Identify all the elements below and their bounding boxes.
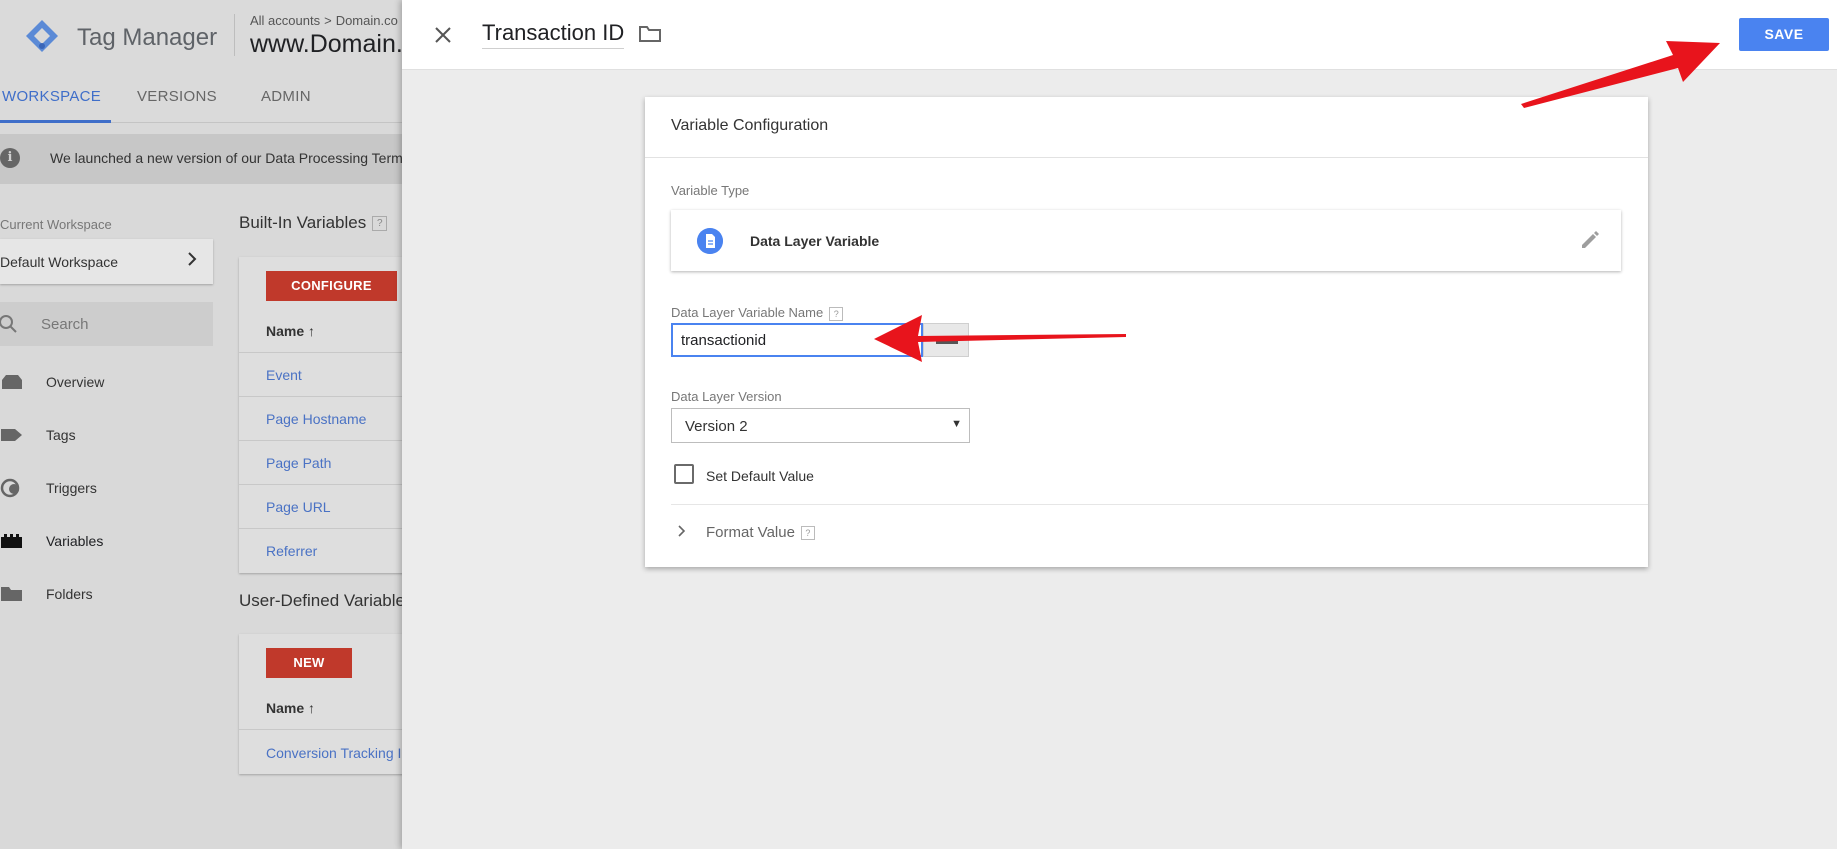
user-defined-variables-title: User-Defined Variables [239,591,404,610]
table-row[interactable]: Page URL [266,499,331,515]
variable-edit-panel: Transaction ID SAVE Variable Configurati… [402,0,1837,849]
dlv-name-label-text: Data Layer Variable Name [671,305,824,320]
name-column-header[interactable]: Name ↑ [266,700,315,716]
arrow-up-icon: ↑ [308,700,316,716]
name-column-label: Name [266,323,305,339]
configure-button[interactable]: CONFIGURE [266,271,397,301]
help-icon[interactable]: ? [800,526,815,541]
set-default-checkbox[interactable] [674,464,694,484]
folder-icon[interactable] [638,24,662,44]
tab-versions[interactable]: VERSIONS [137,88,217,105]
tab-workspace[interactable]: WORKSPACE [2,88,101,105]
current-workspace-label: Current Workspace [0,217,112,232]
format-value-toggle[interactable]: Format Value? [671,517,971,547]
main-tabs: WORKSPACE VERSIONS ADMIN [0,70,404,123]
breadcrumb[interactable]: All accounts > Domain.co [250,13,398,28]
table-row[interactable]: Page Hostname [266,411,366,427]
workspace-selector[interactable]: Default Workspace [0,239,213,284]
help-icon[interactable]: ? [829,306,844,321]
app-name: Tag Manager [77,24,218,51]
card-title: Variable Configuration [671,117,829,134]
table-row[interactable]: Event [266,367,302,383]
panel-header: Transaction ID SAVE [402,0,1837,70]
variable-configuration-card: Variable Configuration Variable Type Dat… [645,97,1648,567]
background-app: Tag Manager All accounts > Domain.co www.D… [0,0,404,849]
sidebar-item-label: Folders [46,586,93,602]
card-divider [645,157,1648,158]
tag-icon [1,429,22,441]
trigger-icon [0,478,20,498]
dlv-name-input[interactable] [671,323,923,357]
sidebar-item-variables[interactable]: Variables [0,526,213,556]
table-row[interactable]: Referrer [266,543,317,559]
new-variable-button[interactable]: NEW [266,648,352,678]
sidebar-item-overview[interactable]: Overview [0,367,213,397]
help-icon[interactable]: ? [372,216,388,232]
search-input[interactable]: Search [41,316,89,333]
sidebar-item-tags[interactable]: Tags [0,420,213,450]
set-default-label[interactable]: Set Default Value [706,468,814,484]
notice-text: We launched a new version of our Data Pr… [50,150,404,166]
breadcrumb-root[interactable]: All accounts [250,13,320,28]
variables-icon [1,534,22,548]
active-tab-indicator [0,120,111,123]
arrow-up-icon: ↑ [308,323,316,339]
variable-title-input[interactable]: Transaction ID [482,20,625,49]
search-icon [0,315,17,333]
sidebar-search[interactable]: Search [0,302,213,346]
row-divider [239,729,404,730]
builtin-variables-title: Built-In Variables? [239,213,388,233]
tab-admin[interactable]: ADMIN [261,88,311,105]
row-divider [239,484,404,485]
overview-icon [2,375,22,389]
sidebar-item-folders[interactable]: Folders [0,579,213,609]
builtin-variables-heading: Built-In Variables [239,213,367,232]
chevron-right-icon [188,252,197,266]
variable-type-selector[interactable]: Data Layer Variable [671,210,1621,271]
container-name[interactable]: www.Domain.com [250,30,404,59]
pencil-icon[interactable] [1579,229,1601,251]
variable-type-label: Variable Type [671,183,750,198]
user-defined-variables-card: NEW Name ↑ Conversion Tracking ID [239,634,404,774]
name-column-header[interactable]: Name ↑ [266,323,315,339]
sidebar-item-label: Overview [46,374,105,390]
document-icon [697,228,723,254]
variable-picker-button[interactable] [923,323,969,357]
variable-type-name: Data Layer Variable [750,233,880,249]
card-divider [671,504,1648,505]
app-header: Tag Manager All accounts > Domain.co www.D… [0,0,404,70]
format-value-label: Format Value? [706,524,815,541]
notice-banner: i We launched a new version of our Data … [0,134,404,184]
variable-picker-icon [936,339,958,344]
sidebar-item-triggers[interactable]: Triggers [0,473,213,503]
breadcrumb-account[interactable]: Domain.co [336,13,398,28]
sidebar-item-label: Variables [46,533,104,549]
row-divider [239,528,404,529]
row-divider [239,396,404,397]
dl-version-label: Data Layer Version [671,389,782,404]
row-divider [239,352,404,353]
row-divider [239,440,404,441]
dl-version-select[interactable]: Version 2 ▼ [671,408,970,443]
format-value-text: Format Value [706,524,795,541]
table-row[interactable]: Conversion Tracking ID [266,745,404,761]
caret-down-icon: ▼ [951,418,962,430]
dl-version-value: Version 2 [685,418,748,435]
close-icon[interactable] [430,22,456,48]
table-row[interactable]: Page Path [266,455,331,471]
save-button[interactable]: SAVE [1739,18,1829,51]
chevron-right-icon: > [324,13,332,28]
chevron-right-icon [678,525,686,537]
info-icon: i [0,148,20,168]
sidebar-item-label: Tags [46,427,76,443]
dlv-name-label: Data Layer Variable Name? [671,305,844,321]
name-column-label: Name [266,700,305,716]
folder-icon [1,587,22,601]
workspace-name: Default Workspace [0,254,119,270]
header-divider [234,14,235,56]
sidebar-item-label: Triggers [46,480,97,496]
gtm-logo-icon [26,20,58,52]
builtin-variables-card: CONFIGURE Name ↑ Event Page Hostname Pag… [239,257,404,573]
